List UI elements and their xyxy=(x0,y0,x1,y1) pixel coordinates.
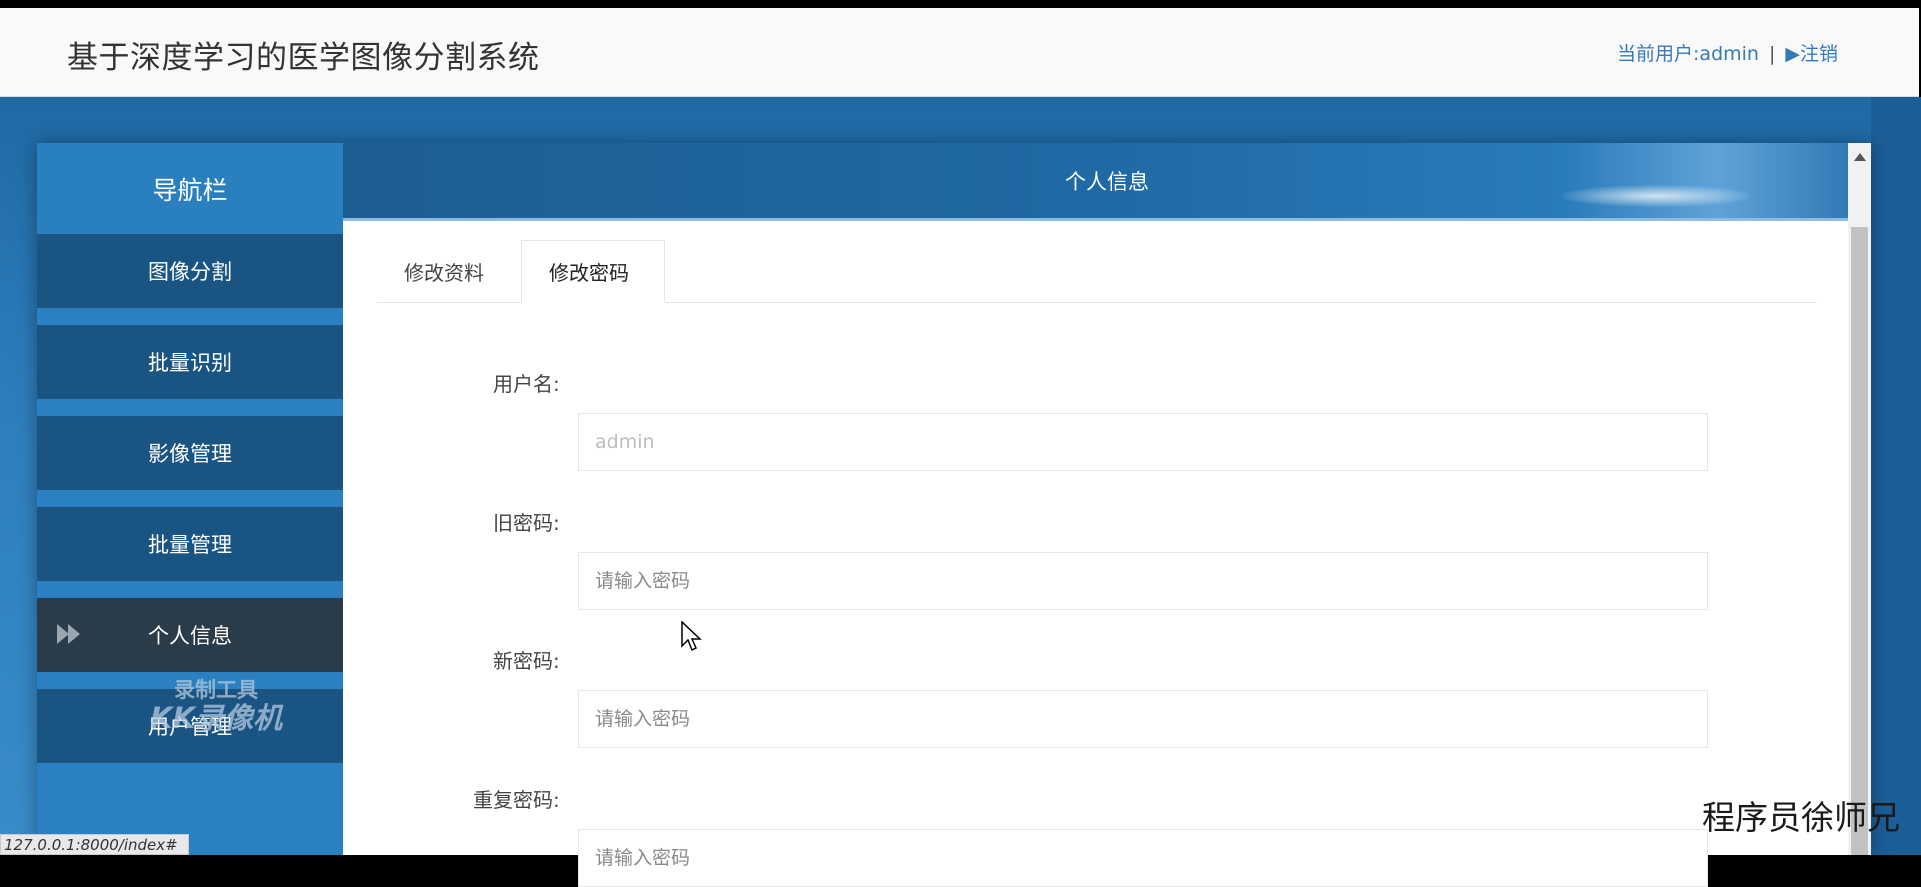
main-panel: 导航栏 图像分割 批量识别 影像管理 批量管理 个人信息 用户管理 个人信息 修… xyxy=(37,143,1871,887)
current-user: 当前用户:admin xyxy=(1617,43,1759,65)
app-title: 基于深度学习的医学图像分割系统 xyxy=(67,40,540,76)
old-password-label: 旧密码: xyxy=(493,511,560,535)
repeat-password-label: 重复密码: xyxy=(473,788,560,812)
recorder-watermark: 录制工具 KK录像机 xyxy=(150,678,282,735)
sidebar-item-label: 影像管理 xyxy=(148,442,232,466)
sidebar-header: 导航栏 xyxy=(37,143,343,234)
sidebar: 导航栏 图像分割 批量识别 影像管理 批量管理 个人信息 用户管理 xyxy=(37,143,343,855)
cloud-decoration xyxy=(1561,185,1751,207)
new-password-label: 新密码: xyxy=(493,649,560,673)
content-area: 个人信息 修改资料 修改密码 用户名: 旧密码: 新密码: 重复密码: xyxy=(343,143,1871,887)
old-password-field[interactable] xyxy=(578,552,1708,610)
tab-edit-profile[interactable]: 修改资料 xyxy=(377,240,521,303)
new-password-field[interactable] xyxy=(578,690,1708,748)
sidebar-item-image-management[interactable]: 影像管理 xyxy=(37,416,343,490)
status-bar-url: 127.0.0.1:8000/index# xyxy=(0,834,189,855)
author-watermark: 程序员徐师兄 xyxy=(1702,798,1900,837)
sidebar-item-personal-info[interactable]: 个人信息 xyxy=(37,598,343,672)
sidebar-item-image-segmentation[interactable]: 图像分割 xyxy=(37,234,343,308)
sidebar-item-batch-recognition[interactable]: 批量识别 xyxy=(37,325,343,399)
tab-change-password[interactable]: 修改密码 xyxy=(521,240,665,303)
tab-bar: 修改资料 修改密码 xyxy=(377,240,1817,303)
mouse-cursor-icon xyxy=(681,621,702,652)
sidebar-item-label: 批量管理 xyxy=(148,533,232,557)
sidebar-item-label: 图像分割 xyxy=(148,260,232,284)
logout-link[interactable]: ▶注销 xyxy=(1785,43,1838,65)
top-header: 基于深度学习的医学图像分割系统 当前用户:admin | ▶注销 xyxy=(0,8,1919,97)
sidebar-item-batch-management[interactable]: 批量管理 xyxy=(37,507,343,581)
vertical-scrollbar[interactable] xyxy=(1848,143,1871,855)
sidebar-item-label: 批量识别 xyxy=(148,351,232,375)
sidebar-item-label: 个人信息 xyxy=(148,624,232,648)
content-header: 个人信息 xyxy=(343,143,1871,221)
scroll-thumb[interactable] xyxy=(1851,227,1868,855)
user-box: 当前用户:admin | ▶注销 xyxy=(1617,39,1838,66)
watermark-line-2: KK录像机 xyxy=(150,701,282,736)
page-title: 个人信息 xyxy=(1065,169,1149,194)
separator: | xyxy=(1768,43,1776,65)
scroll-up-arrow-icon[interactable] xyxy=(1854,153,1866,161)
username-field[interactable] xyxy=(578,413,1708,471)
watermark-line-1: 录制工具 xyxy=(173,678,258,702)
repeat-password-field[interactable] xyxy=(578,829,1708,887)
username-label: 用户名: xyxy=(493,372,560,396)
browser-viewport: 基于深度学习的医学图像分割系统 当前用户:admin | ▶注销 导航栏 图像分割 … xyxy=(0,8,1921,887)
double-arrow-icon xyxy=(57,624,80,644)
page-background-right xyxy=(1871,97,1921,855)
